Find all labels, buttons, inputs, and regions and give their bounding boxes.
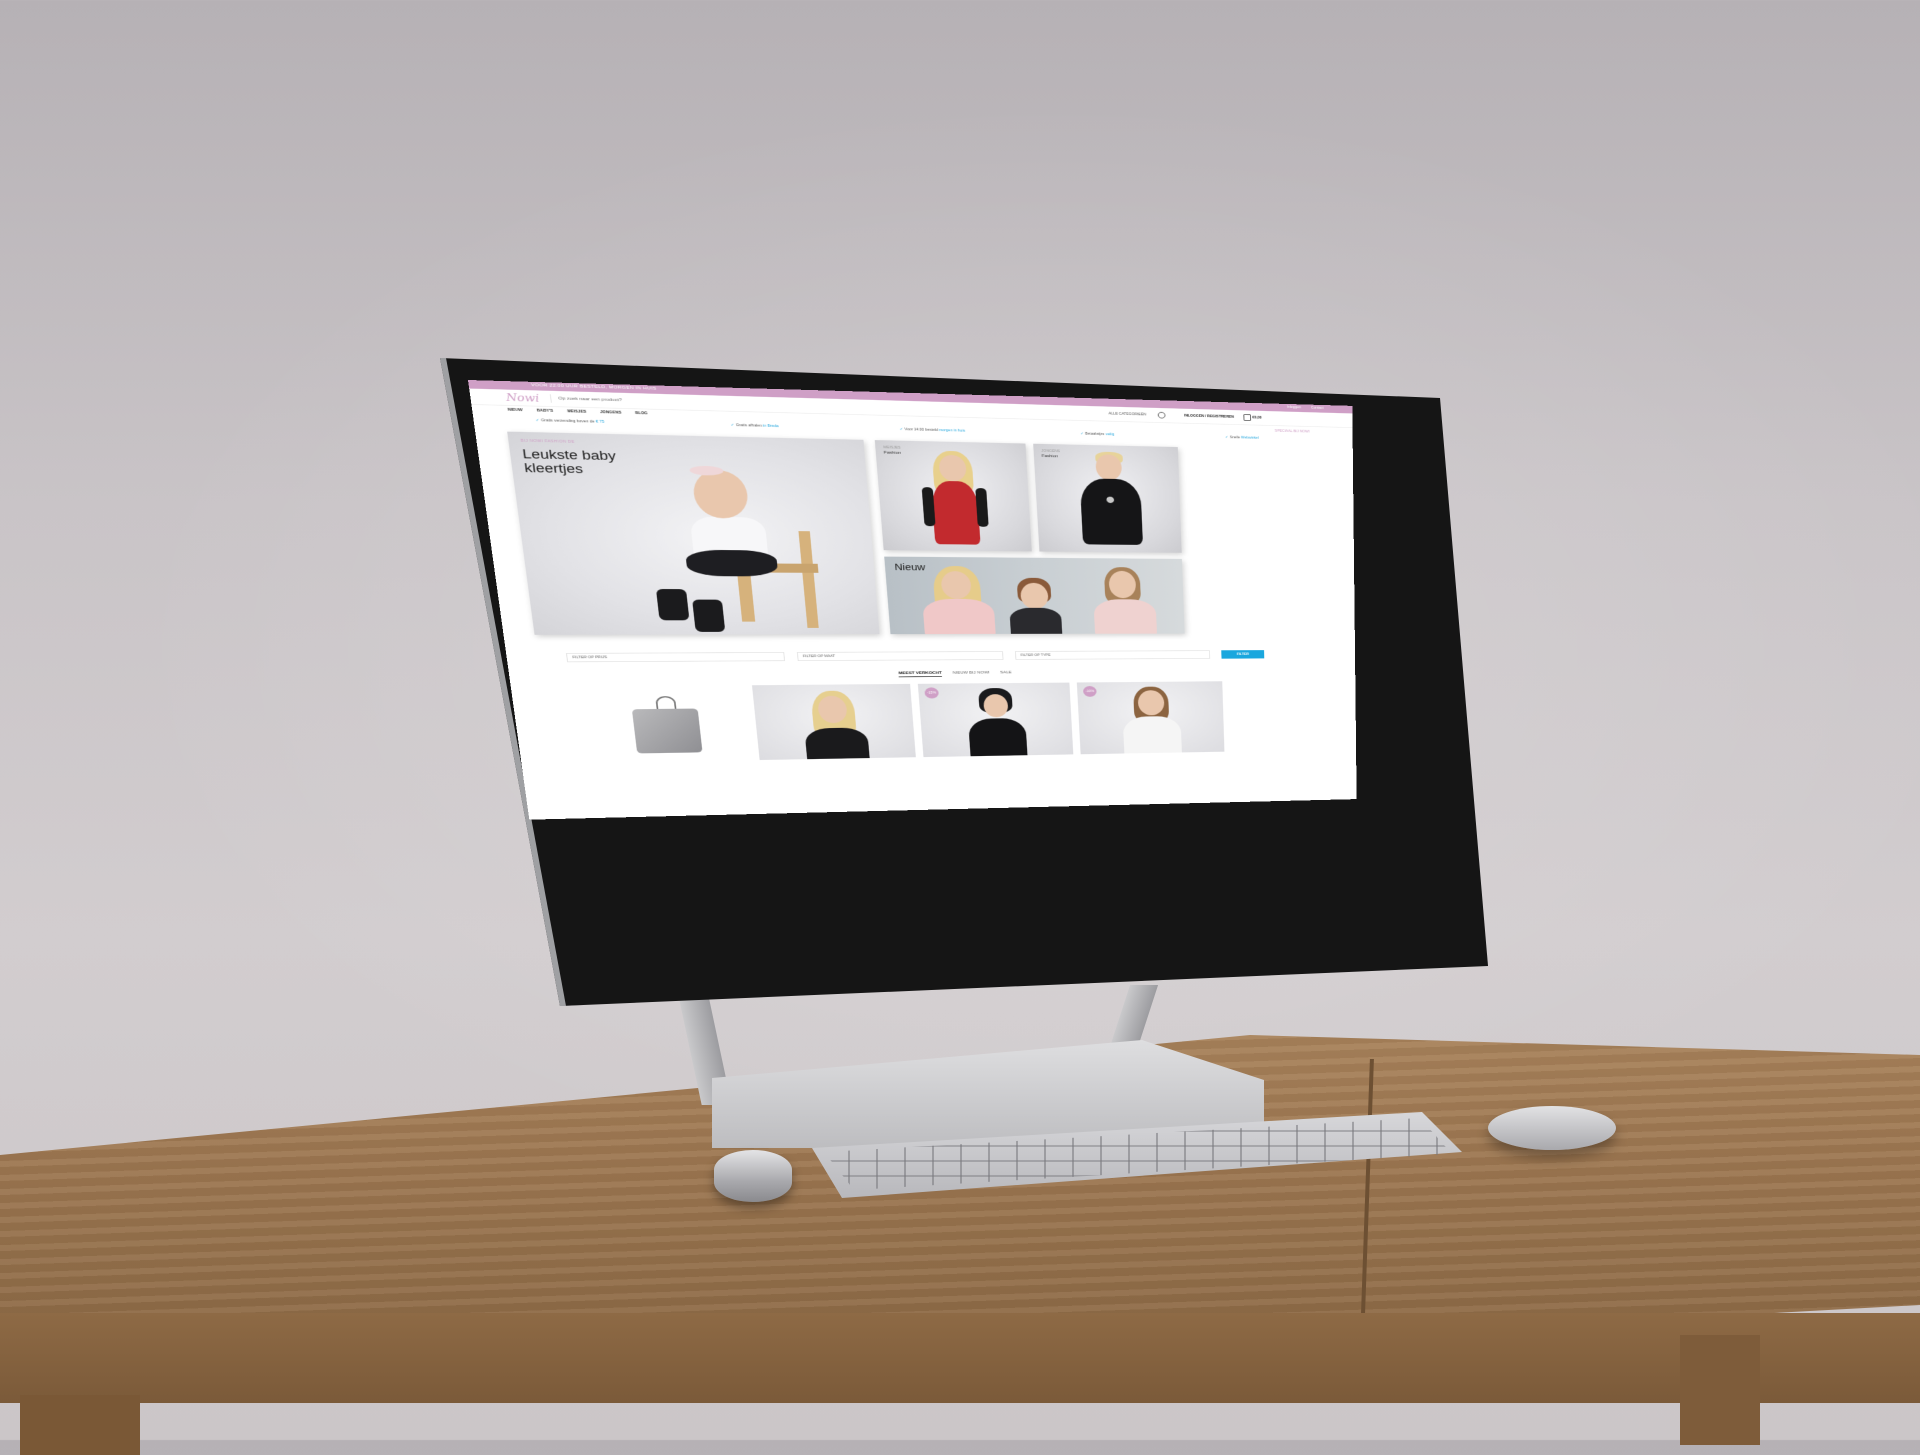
product-card[interactable]: -15% — [917, 682, 1074, 758]
category-tile-meisjes[interactable]: MEISJES Fashion — [874, 440, 1032, 552]
baby-photo — [507, 432, 863, 632]
site-logo[interactable]: Nowi — [505, 392, 539, 404]
usp-item: ✓Snelle Webwinkel — [1225, 435, 1259, 441]
product-card[interactable] — [751, 683, 916, 761]
monitor: VOOR 22:00 UUR BESTELD, MORGEN IN HUIS I… — [440, 358, 1488, 1006]
banner-title: Nieuw — [894, 561, 926, 573]
banner-nieuw[interactable]: Nieuw — [884, 556, 1185, 635]
check-icon: ✓ — [730, 423, 735, 428]
check-icon: ✓ — [535, 418, 540, 423]
product-image — [918, 683, 1070, 758]
nav-item-nieuw[interactable]: NIEUW — [508, 408, 523, 413]
nav-item-babys[interactable]: BABY'S — [536, 409, 553, 414]
tab-new[interactable]: NIEUW BIJ NOWI — [952, 671, 989, 677]
nav-item-blog[interactable]: BLOG — [635, 411, 648, 415]
product-filters: FILTER OP PRIJS FILTER OP MAAT FILTER OP… — [566, 650, 1265, 663]
cart-total[interactable]: €0,00 — [1252, 416, 1261, 420]
check-icon: ✓ — [1225, 435, 1229, 440]
product-image — [1077, 681, 1222, 755]
check-icon: ✓ — [899, 427, 904, 432]
topbar-link-contact[interactable]: Contact — [1311, 406, 1324, 410]
tile-eyebrow: MEISJES — [883, 445, 901, 450]
product-card[interactable] — [570, 685, 744, 764]
topbar-link-login[interactable]: Inloggen — [1287, 405, 1301, 409]
sale-badge: -15% — [924, 687, 939, 699]
screen-projection: VOOR 22:00 UUR BESTELD, MORGEN IN HUIS I… — [468, 380, 1357, 820]
category-select[interactable]: ALLE CATEGORIEËN — [1108, 412, 1146, 417]
usp-item: ✓Gratis afhalen in Breda — [730, 423, 779, 429]
cart-icon[interactable] — [1243, 414, 1252, 421]
tile-label: Fashion — [883, 450, 902, 456]
mouse — [1488, 1106, 1616, 1150]
category-tile-jongens[interactable]: JONGENS Fashion — [1033, 443, 1182, 553]
tile-eyebrow: JONGENS — [1041, 449, 1061, 454]
desk-front-edge — [0, 1313, 1920, 1403]
nav-item-meisjes[interactable]: MEISJES — [567, 409, 586, 414]
nav-special-link[interactable]: SPECIAAL BIJ NOWI — [1275, 429, 1310, 434]
usp-item: ✓Betaalwijze veilig — [1080, 431, 1115, 437]
boy-photo — [1033, 444, 1178, 545]
usp-item: ✓Voor 14:00 besteld morgen in huis — [899, 427, 966, 433]
check-icon: ✓ — [1080, 431, 1084, 436]
filter-button[interactable]: FILTER — [1221, 650, 1265, 659]
filter-type-select[interactable]: FILTER OP TYPE — [1015, 650, 1211, 660]
topbar-links: Inloggen Contact — [1287, 405, 1324, 410]
product-image — [752, 684, 910, 761]
search-icon[interactable] — [1157, 411, 1166, 419]
tile-label: Fashion — [1041, 454, 1059, 459]
hero-title: Leukste baby kleertjes — [521, 447, 617, 476]
product-image — [631, 708, 703, 754]
product-tabs: MEEST VERKOCHT NIEUW BIJ NOWI SALE — [509, 668, 1355, 680]
website-screen: VOOR 22:00 UUR BESTELD, MORGEN IN HUIS I… — [468, 380, 1357, 820]
filter-price-select[interactable]: FILTER OP PRIJS — [566, 652, 785, 663]
surface-dial — [714, 1150, 792, 1202]
desk-leg-right — [1680, 1335, 1760, 1445]
hero-banner-baby[interactable]: BIJ NOWI FASHION DE Leukste baby kleertj… — [507, 431, 880, 635]
product-card[interactable]: -10% — [1076, 681, 1225, 755]
hero-eyebrow: BIJ NOWI FASHION DE — [520, 438, 575, 445]
tab-best-sellers[interactable]: MEEST VERKOCHT — [898, 671, 943, 678]
sale-badge: -10% — [1082, 685, 1097, 697]
girls-photo — [884, 557, 1182, 635]
desk-leg-left — [20, 1395, 140, 1455]
nav-item-jongens[interactable]: JONGENS — [600, 410, 622, 415]
filter-size-select[interactable]: FILTER OP MAAT — [796, 651, 1004, 661]
girl-photo — [875, 440, 1026, 545]
main-nav: NIEUW BABY'S MEISJES JONGENS BLOG — [508, 408, 648, 416]
login-link[interactable]: INLOGGEN / REGISTREREN — [1184, 414, 1234, 419]
usp-item: ✓Gratis verzending boven de € 75 — [535, 418, 605, 425]
tab-sale[interactable]: SALE — [1000, 671, 1012, 677]
